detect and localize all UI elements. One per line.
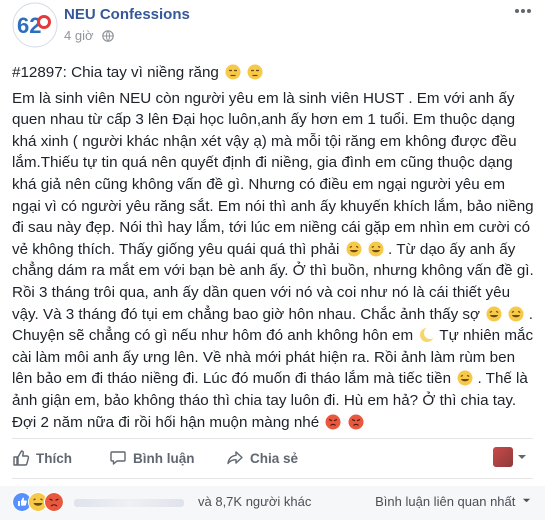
more-options-icon[interactable] [513, 4, 533, 18]
action-bar: Thích Bình luận Chia sẻ [0, 443, 545, 473]
viewer-avatar [493, 447, 513, 467]
page-name-link[interactable]: NEU Confessions [64, 6, 190, 23]
laughing-emoji [457, 370, 473, 386]
post-title-text: #12897: Chia tay vì niềng răng [12, 64, 219, 81]
like-icon [13, 450, 30, 466]
moon-emoji [420, 327, 436, 343]
share-icon [227, 451, 243, 465]
post-content: Em là sinh viên NEU còn người yêu em là … [12, 88, 537, 434]
laughing-emoji [368, 241, 384, 257]
unamused-emoji [247, 64, 263, 80]
comment-button[interactable]: Bình luận [109, 447, 195, 469]
comment-sort-selector[interactable]: Bình luận liên quan nhất [375, 494, 531, 509]
chevron-down-icon [522, 498, 531, 503]
reaction-count-text[interactable]: và 8,7K người khác [198, 494, 311, 509]
laughing-emoji [346, 241, 362, 257]
laughing-emoji [486, 306, 502, 322]
timestamp-text: 4 giờ [64, 28, 94, 43]
avatar-number: 62 [17, 13, 41, 38]
like-label: Thích [36, 450, 72, 466]
actions-divider-top [12, 438, 533, 439]
laughing-emoji [508, 306, 524, 322]
post-body: #12897: Chia tay vì niềng răng Em là sin… [12, 62, 537, 433]
post-text-part-1: Em là sinh viên NEU còn người yêu em là … [12, 89, 534, 258]
avatar-logo-icon: 62 [12, 2, 58, 48]
reactor-names-redacted [74, 499, 184, 507]
post-header: 62 NEU Confessions 4 giờ [0, 0, 545, 52]
globe-icon [102, 30, 114, 42]
chevron-down-icon [518, 455, 526, 459]
unamused-emoji [225, 64, 241, 80]
reactions-footer: và 8,7K người khác Bình luận liên quan n… [0, 486, 545, 520]
angry-emoji [325, 414, 341, 429]
post-timestamp[interactable]: 4 giờ [64, 28, 114, 43]
angry-reaction-icon[interactable] [44, 492, 64, 512]
comment-label: Bình luận [133, 450, 195, 466]
actions-divider-bottom [12, 478, 533, 479]
share-as-selector[interactable] [493, 447, 527, 467]
like-button[interactable]: Thích [12, 447, 72, 469]
page-avatar[interactable]: 62 [12, 2, 58, 48]
comment-icon [110, 451, 126, 465]
post-title: #12897: Chia tay vì niềng răng [12, 62, 537, 84]
angry-emoji [348, 414, 364, 429]
share-label: Chia sẻ [250, 450, 299, 466]
share-button[interactable]: Chia sẻ [226, 447, 298, 469]
comment-sort-label: Bình luận liên quan nhất [375, 494, 516, 509]
